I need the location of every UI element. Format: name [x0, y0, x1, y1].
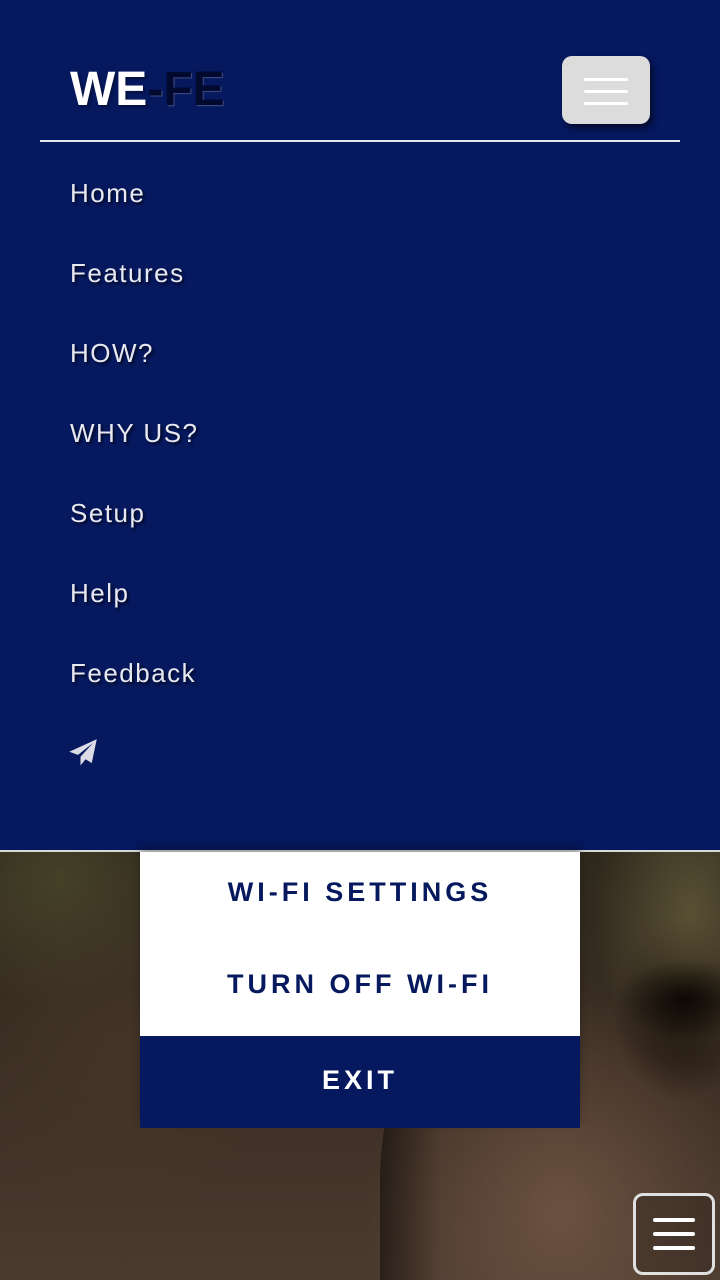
brand-logo[interactable]: WE-FE	[70, 62, 225, 118]
hamburger-icon	[653, 1246, 695, 1250]
floating-menu-button[interactable]	[633, 1193, 715, 1275]
hamburger-icon	[584, 102, 628, 105]
navbar-divider	[40, 140, 680, 142]
nav-menu: Home Features HOW? WHY US? Setup Help Fe…	[70, 160, 199, 720]
wifi-settings-button[interactable]: WI-FI SETTINGS	[140, 852, 580, 944]
nav-item-setup[interactable]: Setup	[70, 480, 199, 560]
brand-logo-part2: -FE	[147, 63, 225, 116]
nav-item-why-us[interactable]: WHY US?	[70, 400, 199, 480]
brand-logo-part1: WE	[70, 63, 148, 116]
navbar: WE-FE Home Features HOW? WHY US? Setup H…	[0, 0, 720, 852]
nav-item-how[interactable]: HOW?	[70, 320, 199, 400]
popup-menu: WI-FI SETTINGS TURN OFF WI-FI EXIT	[140, 852, 580, 1128]
nav-item-feedback[interactable]: Feedback	[70, 640, 199, 720]
hamburger-icon	[584, 90, 628, 93]
hamburger-icon	[653, 1232, 695, 1236]
exit-button[interactable]: EXIT	[140, 1036, 580, 1128]
turn-off-wifi-button[interactable]: TURN OFF WI-FI	[140, 944, 580, 1036]
nav-item-help[interactable]: Help	[70, 560, 199, 640]
nav-item-features[interactable]: Features	[70, 240, 199, 320]
hamburger-icon	[653, 1218, 695, 1222]
paper-plane-icon[interactable]	[68, 738, 98, 768]
hamburger-icon	[584, 78, 628, 81]
navbar-toggler-button[interactable]	[562, 56, 650, 124]
nav-item-home[interactable]: Home	[70, 160, 199, 240]
background-shadow	[620, 960, 720, 1040]
